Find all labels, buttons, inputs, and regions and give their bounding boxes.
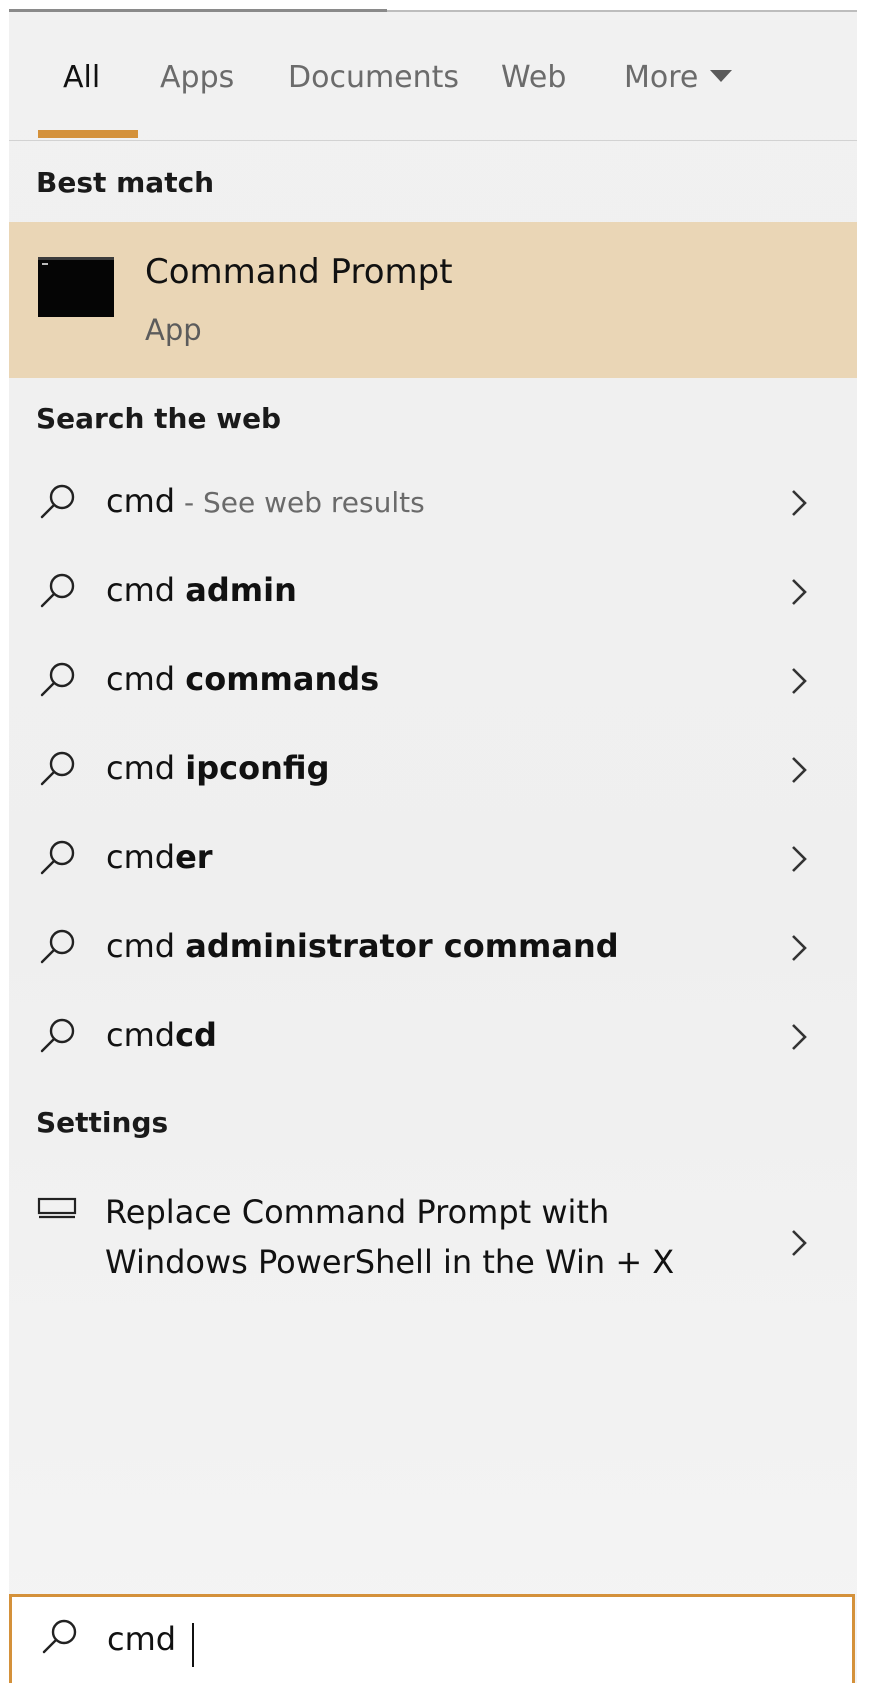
chevron-right-icon: [792, 668, 807, 694]
web-result-text: cmder: [106, 838, 213, 876]
web-result-row[interactable]: cmder: [9, 816, 857, 900]
command-prompt-icon: [38, 257, 114, 317]
tab-documents[interactable]: Documents: [288, 60, 459, 95]
web-result-row[interactable]: cmd admin: [9, 549, 857, 633]
web-result-text: cmd commands: [106, 660, 380, 698]
search-icon: [40, 662, 75, 697]
search-icon: [40, 929, 75, 964]
active-tab-indicator: [38, 130, 138, 138]
chevron-right-icon: [792, 1230, 807, 1256]
best-match-command-prompt[interactable]: Command Prompt App: [9, 222, 857, 378]
filter-tabs: All Apps Documents Web More: [9, 12, 857, 141]
settings-result-line1: Replace Command Prompt with: [105, 1193, 610, 1231]
best-match-title: Command Prompt: [145, 252, 453, 292]
chevron-right-icon: [792, 935, 807, 961]
best-match-type: App: [145, 313, 202, 347]
web-result-row[interactable]: cmd - See web results: [9, 460, 857, 544]
search-icon: [42, 1619, 77, 1654]
tab-more-label: More: [624, 60, 699, 95]
chevron-right-icon: [792, 846, 807, 872]
tab-web[interactable]: Web: [501, 60, 566, 95]
search-icon: [40, 484, 75, 519]
settings-result-row[interactable]: Replace Command Prompt with Windows Powe…: [9, 1175, 857, 1285]
settings-heading: Settings: [36, 1106, 169, 1139]
tab-all[interactable]: All: [63, 60, 100, 95]
chevron-right-icon: [792, 1024, 807, 1050]
search-box[interactable]: [9, 1594, 855, 1683]
web-result-text: cmd - See web results: [106, 482, 425, 520]
web-result-text: cmd administrator command: [106, 927, 619, 965]
search-input[interactable]: [107, 1611, 807, 1667]
text-caret: [192, 1623, 194, 1667]
web-result-row[interactable]: cmd administrator command: [9, 905, 857, 989]
web-result-text: cmd admin: [106, 571, 297, 609]
settings-result-line2: Windows PowerShell in the Win + X: [105, 1243, 675, 1281]
tab-more[interactable]: More: [624, 60, 733, 95]
tab-apps[interactable]: Apps: [160, 60, 234, 95]
settings-result-text: Replace Command Prompt with Windows Powe…: [105, 1187, 745, 1287]
search-icon: [40, 751, 75, 786]
search-icon: [40, 840, 75, 875]
chevron-right-icon: [792, 757, 807, 783]
search-web-heading: Search the web: [36, 402, 282, 435]
web-result-text: cmdcd: [106, 1016, 217, 1054]
web-result-text: cmd ipconfig: [106, 749, 330, 787]
web-result-row[interactable]: cmdcd: [9, 994, 857, 1078]
chevron-right-icon: [792, 579, 807, 605]
search-icon: [40, 573, 75, 608]
chevron-right-icon: [792, 490, 807, 516]
caret-down-icon: [710, 70, 733, 82]
monitor-icon: [37, 1197, 77, 1219]
web-result-row[interactable]: cmd ipconfig: [9, 727, 857, 811]
best-match-heading: Best match: [36, 166, 215, 199]
web-result-row[interactable]: cmd commands: [9, 638, 857, 722]
search-icon: [40, 1018, 75, 1053]
